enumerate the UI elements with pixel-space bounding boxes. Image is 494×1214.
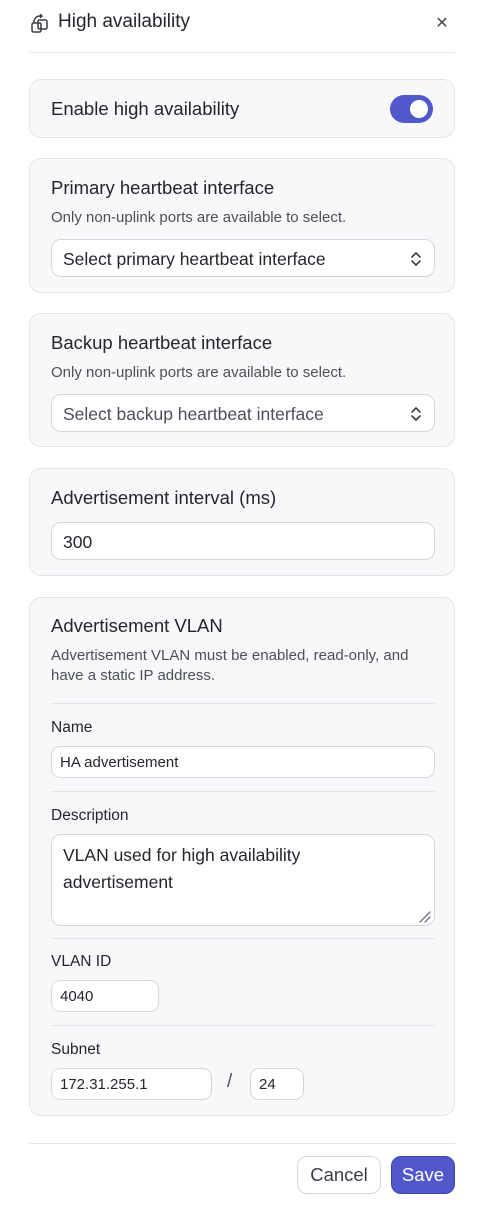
backup-heartbeat-select[interactable]: Select backup heartbeat interface: [51, 394, 435, 432]
save-button[interactable]: Save: [391, 1156, 455, 1194]
primary-heartbeat-select-value: Select primary heartbeat interface: [63, 249, 326, 269]
advertisement-vlan-card: Advertisement VLAN Advertisement VLAN mu…: [29, 597, 455, 1116]
vlan-description-value: VLAN used for high availability advertis…: [63, 845, 301, 892]
close-button[interactable]: ✕: [429, 10, 455, 36]
advertisement-interval-input[interactable]: 300: [51, 522, 435, 560]
failover-icon: [29, 13, 51, 35]
resize-grip-icon[interactable]: [419, 910, 431, 923]
divider: [51, 703, 435, 704]
subnet-separator: /: [227, 1071, 233, 1092]
backup-heartbeat-title: Backup heartbeat interface: [51, 332, 273, 353]
vlan-name-label: Name: [51, 719, 93, 736]
advertisement-interval-value: 300: [63, 532, 93, 552]
backup-heartbeat-select-value: Select backup heartbeat interface: [63, 404, 324, 424]
vlan-name-input[interactable]: HA advertisement: [51, 746, 435, 778]
cancel-button[interactable]: Cancel: [297, 1156, 381, 1194]
subnet-prefix-input[interactable]: 24: [250, 1068, 304, 1100]
footer-divider: [29, 1143, 455, 1144]
subnet-ip-value: 172.31.255.1: [60, 1076, 148, 1093]
subnet-prefix-value: 24: [259, 1076, 276, 1093]
divider: [51, 791, 435, 792]
primary-heartbeat-help: Only non-uplink ports are available to s…: [51, 209, 347, 226]
chevron-up-down-icon: [410, 250, 422, 268]
close-icon: ✕: [435, 15, 449, 32]
enable-ha-label: Enable high availability: [51, 98, 240, 119]
panel-header: High availability ✕: [29, 0, 455, 53]
backup-heartbeat-help: Only non-uplink ports are available to s…: [51, 364, 347, 381]
chevron-up-down-icon: [410, 405, 422, 423]
enable-ha-card: Enable high availability: [29, 79, 455, 138]
advertisement-interval-card: Advertisement interval (ms) 300: [29, 468, 455, 576]
advertisement-vlan-title: Advertisement VLAN: [51, 615, 223, 636]
primary-heartbeat-card: Primary heartbeat interface Only non-upl…: [29, 158, 455, 293]
primary-heartbeat-title: Primary heartbeat interface: [51, 177, 275, 198]
vlan-description-label: Description: [51, 807, 129, 824]
panel-title: High availability: [58, 11, 191, 32]
advertisement-vlan-help: Advertisement VLAN must be enabled, read…: [51, 647, 409, 684]
vlan-name-value: HA advertisement: [60, 754, 179, 771]
vlan-description-textarea[interactable]: VLAN used for high availability advertis…: [51, 834, 435, 926]
divider: [51, 1025, 435, 1026]
subnet-label: Subnet: [51, 1041, 101, 1058]
divider: [51, 938, 435, 939]
backup-heartbeat-card: Backup heartbeat interface Only non-upli…: [29, 313, 455, 447]
advertisement-interval-title: Advertisement interval (ms): [51, 487, 277, 508]
toggle-knob: [410, 100, 428, 118]
subnet-ip-input[interactable]: 172.31.255.1: [51, 1068, 212, 1100]
enable-ha-toggle[interactable]: [390, 95, 433, 123]
primary-heartbeat-select[interactable]: Select primary heartbeat interface: [51, 239, 435, 277]
vlan-id-label: VLAN ID: [51, 953, 112, 970]
vlan-id-value: 4040: [60, 988, 94, 1005]
vlan-id-input[interactable]: 4040: [51, 980, 159, 1012]
